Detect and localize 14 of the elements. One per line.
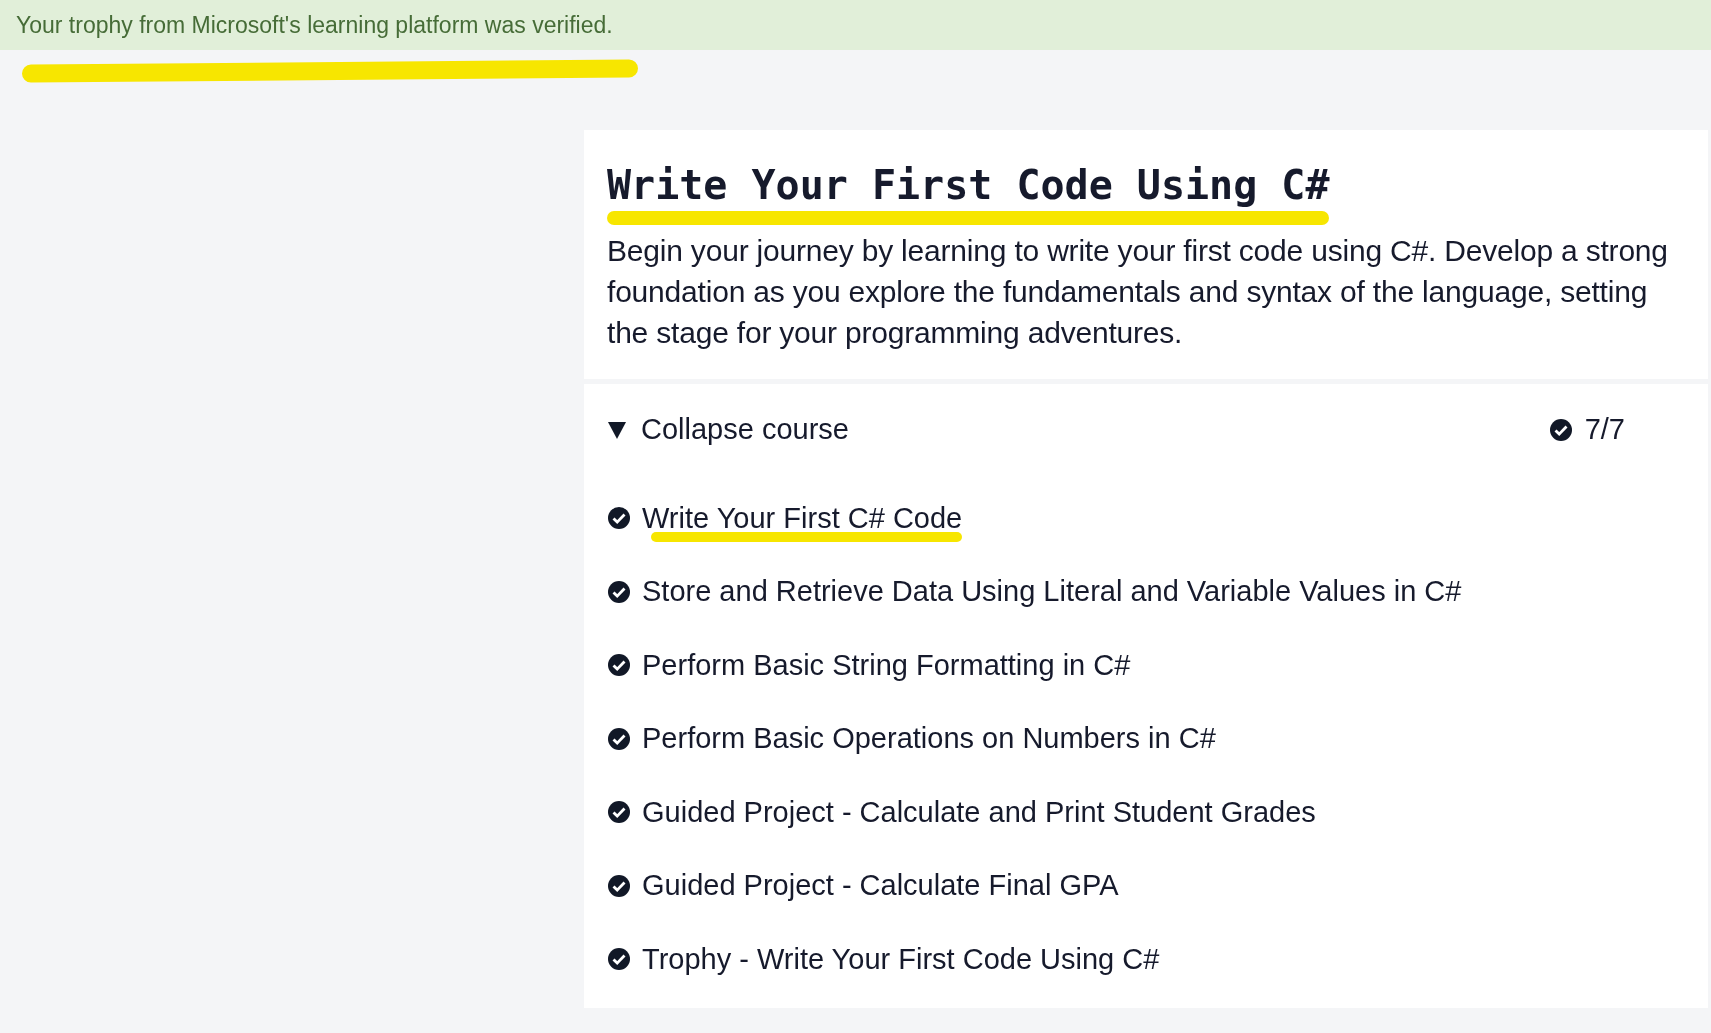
lesson-link[interactable]: Write Your First C# Code bbox=[642, 501, 963, 534]
lesson-link[interactable]: Guided Project - Calculate Final GPA bbox=[642, 869, 1119, 901]
caret-down-icon bbox=[607, 419, 627, 440]
lesson-link[interactable]: Trophy - Write Your First Code Using C# bbox=[642, 942, 1160, 975]
lesson-link[interactable]: Guided Project - Calculate and Print Student Grades bbox=[642, 795, 1316, 828]
collapse-toggle[interactable]: Collapse course bbox=[607, 408, 849, 452]
course-title: Write Your First Code Using C# bbox=[607, 161, 1330, 210]
lesson-link[interactable]: Store and Retrieve Data Using Literal and Variable Values in C# bbox=[642, 575, 1462, 607]
course-description: Begin your journey by learning to write your first code using C#. Develop a strong foundation as you explore the fundamentals and syntax of the language, setting the stage for your programming adventures. bbox=[607, 233, 1669, 351]
progress-count: 7/7 bbox=[1584, 412, 1625, 447]
check-circle-icon bbox=[1548, 417, 1573, 442]
banner-message: Your trophy from Microsoft's learning platform was verified. bbox=[16, 10, 613, 40]
lesson-link[interactable]: Perform Basic Operations on Numbers in C# bbox=[642, 722, 1216, 754]
lesson-link[interactable]: Perform Basic String Formatting in C# bbox=[642, 648, 1131, 681]
